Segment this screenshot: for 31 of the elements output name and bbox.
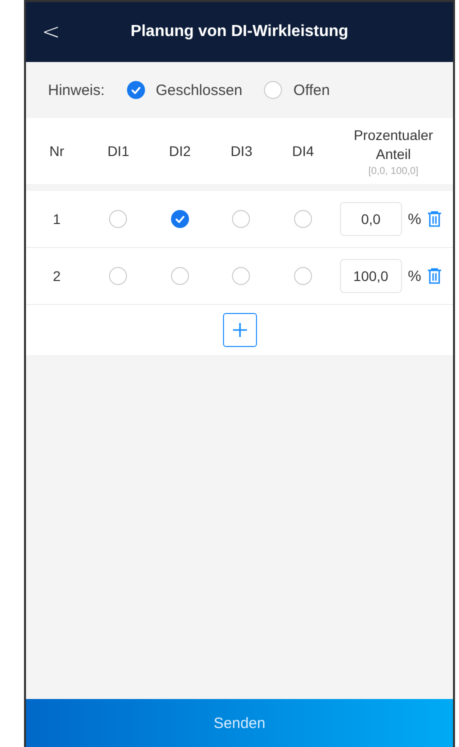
radio-button[interactable] — [170, 267, 189, 285]
trash-icon[interactable] — [427, 267, 442, 285]
column-header: Nr — [48, 143, 66, 159]
percent-unit: % — [408, 268, 422, 284]
option-label: Geschlossen — [156, 82, 242, 98]
add-button[interactable] — [222, 313, 256, 347]
row-number: 1 — [52, 211, 62, 227]
radio-button[interactable] — [109, 210, 128, 228]
trash-icon[interactable] — [427, 210, 442, 228]
radio-button[interactable] — [232, 267, 250, 285]
page-title: Planung von DI-Wirkleistung — [130, 23, 348, 41]
percent-unit: % — [408, 210, 422, 228]
column-header: DI1 — [106, 143, 130, 159]
radio-button[interactable] — [170, 210, 189, 228]
percent-input[interactable]: 0,0 — [340, 202, 402, 236]
radio-button[interactable] — [264, 81, 282, 99]
column-header: DI3 — [230, 143, 254, 159]
column-header: DI4 — [291, 143, 315, 159]
column-header: Prozentualer Anteil — [353, 126, 434, 164]
radio-button[interactable] — [232, 210, 250, 228]
option-label: Offen — [293, 82, 330, 98]
hint-label: Hinweis: — [48, 82, 105, 98]
percent-input[interactable]: 100,0 — [340, 259, 402, 293]
row-number: 2 — [52, 268, 62, 284]
radio-button[interactable] — [126, 81, 145, 99]
back-button[interactable]: < — [36, 20, 66, 44]
radio-button[interactable] — [294, 267, 312, 285]
radio-button[interactable] — [294, 210, 312, 228]
column-header: DI2 — [168, 143, 192, 159]
radio-button[interactable] — [109, 267, 128, 285]
range-hint: [0,0, 100,0] — [368, 166, 418, 176]
